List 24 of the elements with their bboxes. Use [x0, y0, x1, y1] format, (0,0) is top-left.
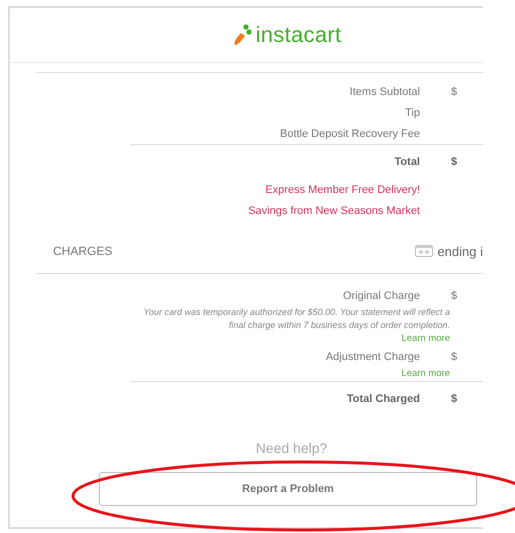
carrot-logo-icon [232, 24, 252, 46]
amount-text: $ [451, 350, 458, 362]
payment-card-text: ending i [437, 244, 483, 258]
charge-label: Adjustment Charge [326, 350, 420, 362]
report-problem-button[interactable]: Report a Problem [99, 472, 477, 506]
promo-text: Savings from New Seasons Market [248, 204, 420, 216]
summary-label: Bottle Deposit Recovery Fee [280, 128, 420, 140]
authorization-note: Your card was temporarily authorized for $50.00. Your statement will reflect a final charge within 7 business days of order completion. [142, 306, 450, 332]
learn-more-link[interactable]: Learn more [401, 367, 450, 381]
summary-label: Items Subtotal [350, 86, 420, 98]
section-heading: CHARGES [53, 244, 112, 258]
amount-text: $ [451, 86, 458, 98]
amount-text: $ [451, 156, 458, 168]
amount-text: $ [451, 393, 458, 405]
learn-more-link[interactable]: Learn more [401, 332, 450, 346]
amount-text: $ [451, 290, 458, 302]
help-heading: Need help? [256, 440, 328, 456]
summary-label: Tip [405, 106, 420, 118]
total-charged-label: Total Charged [346, 393, 420, 405]
charge-label: Original Charge [342, 290, 420, 302]
logo-text: instacart [256, 22, 342, 48]
promo-text: Express Member Free Delivery! [265, 184, 420, 196]
credit-card-icon [415, 245, 434, 257]
total-label: Total [394, 156, 420, 168]
